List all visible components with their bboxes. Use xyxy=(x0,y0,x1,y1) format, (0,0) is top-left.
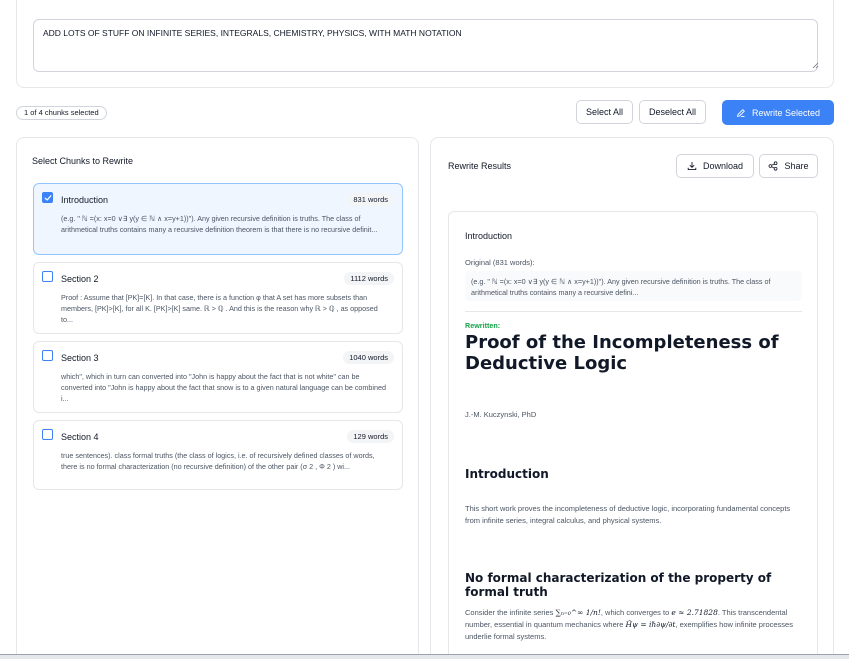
resize-grip-icon[interactable] xyxy=(812,62,819,69)
original-label: Original (831 words): xyxy=(465,258,535,267)
results-panel: Rewrite Results Download Share Introduct… xyxy=(430,137,834,659)
divider xyxy=(465,311,802,312)
download-label: Download xyxy=(702,161,744,171)
section-heading: No formal characterization of the proper… xyxy=(465,571,772,599)
math-schrodinger: Ĥψ = iℏ∂ψ/∂t xyxy=(625,620,676,629)
chunk-checkbox[interactable] xyxy=(42,271,53,282)
download-button[interactable]: Download xyxy=(676,154,754,178)
rewrite-selected-label: Rewrite Selected xyxy=(751,107,821,118)
select-all-label: Select All xyxy=(585,107,624,117)
rewritten-label: Rewritten: xyxy=(465,321,501,330)
chunk-checkbox[interactable] xyxy=(42,192,53,203)
chunk-card-section-3[interactable]: Section 3 1040 words which", which in tu… xyxy=(33,341,403,413)
chunk-checkbox[interactable] xyxy=(42,429,53,440)
share-button[interactable]: Share xyxy=(759,154,818,178)
math-series: ∑ₙ₌₀^∞ 1/n! xyxy=(555,608,601,617)
chunk-excerpt: (e.g. " ℕ =(x: x=0 ∨∃ y(y ∈ ℕ ∧ x=y+1))"… xyxy=(61,214,378,234)
word-count-badge: 129 words xyxy=(347,430,394,443)
download-icon xyxy=(687,162,697,171)
chunk-excerpt: true sentences). class formal truths (th… xyxy=(61,451,375,471)
chunk-card-introduction[interactable]: Introduction 831 words (e.g. " ℕ =(x: x=… xyxy=(33,183,403,255)
rewrite-result-card: Introduction Original (831 words): (e.g.… xyxy=(448,211,818,659)
results-panel-title: Rewrite Results xyxy=(448,161,512,171)
instructions-card: ADD LOTS OF STUFF ON INFINITE SERIES, IN… xyxy=(16,0,834,88)
math-constant: e ≈ 2.71828 xyxy=(671,608,718,617)
window-bottom-edge xyxy=(0,654,849,659)
share-icon xyxy=(769,161,778,171)
share-label: Share xyxy=(784,161,809,171)
chunk-excerpt: Proof : Assume that [PK]=[K]. In that ca… xyxy=(61,293,378,324)
check-icon xyxy=(44,195,52,201)
chunk-card-section-4[interactable]: Section 4 129 words true sentences). cla… xyxy=(33,420,403,490)
word-count-badge: 831 words xyxy=(347,193,394,206)
chunk-title: Introduction xyxy=(61,195,109,205)
chunk-title: Section 4 xyxy=(61,432,99,442)
chunks-panel: Select Chunks to Rewrite Introduction 83… xyxy=(16,137,419,659)
select-all-button[interactable]: Select All xyxy=(576,100,633,124)
chunk-excerpt: which", which in turn can converted into… xyxy=(61,372,387,403)
document-author: J.-M. Kuczynski, PhD xyxy=(465,410,537,419)
document-title: Proof of the Incompleteness of Deductive… xyxy=(465,332,779,374)
chunk-title: Section 3 xyxy=(61,353,99,363)
selection-count-badge: 1 of 4 chunks selected xyxy=(16,106,107,120)
section-paragraph: Consider the infinite series ∑ₙ₌₀^∞ 1/n!… xyxy=(465,607,795,643)
section-paragraph: This short work proves the incompletenes… xyxy=(465,504,791,525)
chunks-panel-title: Select Chunks to Rewrite xyxy=(32,156,134,166)
chunk-card-section-2[interactable]: Section 2 1112 words Proof : Assume that… xyxy=(33,262,403,334)
deselect-all-label: Deselect All xyxy=(648,107,697,117)
chunk-title: Section 2 xyxy=(61,274,99,284)
pencil-icon xyxy=(737,108,745,117)
paragraph-text: , which converges to xyxy=(600,608,672,617)
instructions-textarea[interactable]: ADD LOTS OF STUFF ON INFINITE SERIES, IN… xyxy=(33,19,818,72)
result-chunk-title: Introduction xyxy=(465,231,513,241)
section-heading: Introduction xyxy=(465,467,549,481)
rewrite-selected-button[interactable]: Rewrite Selected xyxy=(722,100,834,125)
word-count-badge: 1040 words xyxy=(343,351,394,364)
original-excerpt: (e.g. " ℕ =(x: x=0 ∨∃ y(y ∈ ℕ ∧ x=y+1))"… xyxy=(465,271,802,301)
chunk-checkbox[interactable] xyxy=(42,350,53,361)
paragraph-text: Consider the infinite series xyxy=(465,608,556,617)
deselect-all-button[interactable]: Deselect All xyxy=(639,100,706,124)
word-count-badge: 1112 words xyxy=(344,272,394,285)
